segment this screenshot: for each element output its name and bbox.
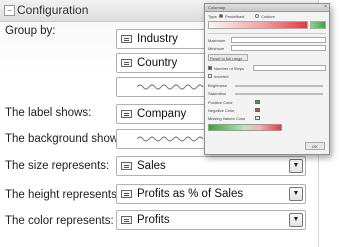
radio-predefined[interactable] (219, 14, 223, 18)
radio-custom[interactable] (255, 14, 259, 18)
height-label: The height represents: (5, 189, 121, 201)
empty-field-squiggle (137, 84, 204, 90)
collapse-icon[interactable]: − (4, 5, 15, 16)
close-icon[interactable]: × (324, 4, 327, 10)
colormap-dialog: Colormap × Type Predefined Custom Maximu… (204, 3, 330, 155)
brightness-slider[interactable] (235, 85, 323, 87)
positive-color-label: Positive Color (208, 100, 233, 105)
positive-color-swatch[interactable] (255, 100, 260, 104)
height-value: Profits as % of Sales (137, 188, 244, 200)
type-option-custom: Custom (261, 14, 275, 19)
minimum-input[interactable] (231, 45, 326, 51)
size-field[interactable]: Sales ▼ (116, 156, 306, 176)
color-value: Profits (137, 214, 170, 226)
background-shows-label: The background shows: (5, 133, 128, 145)
label-shows-label: The label shows: (5, 107, 92, 119)
negative-color-label: Negative Color (208, 108, 235, 113)
field-icon (121, 216, 132, 224)
reset-range-label: Reset to full range (210, 56, 243, 61)
dropdown-arrow-icon[interactable]: ▼ (289, 213, 303, 227)
saturation-label: Saturation (208, 91, 227, 96)
colormap-selector[interactable] (310, 21, 326, 29)
group-by-value-2: Country (137, 57, 178, 69)
number-of-steps-input[interactable] (253, 65, 326, 71)
field-icon (121, 35, 132, 43)
dropdown-arrow-icon[interactable]: ▼ (289, 159, 303, 173)
number-of-steps-checkbox[interactable] (208, 66, 212, 70)
inverted-checkbox[interactable] (208, 74, 212, 78)
reset-range-button[interactable]: Reset to full range (208, 54, 248, 61)
dialog-divider (208, 33, 326, 34)
field-icon (121, 59, 132, 67)
color-field[interactable]: Profits ▼ (116, 210, 306, 230)
saturation-slider[interactable] (235, 93, 323, 95)
dropdown-arrow-icon[interactable]: ▼ (289, 187, 303, 201)
height-field[interactable]: Profits as % of Sales ▼ (116, 184, 306, 204)
label-shows-value: Company (137, 108, 187, 120)
colormap-preview[interactable] (208, 21, 308, 29)
field-icon (121, 190, 132, 198)
ok-label: OK (312, 144, 318, 149)
ok-button[interactable]: OK (305, 142, 325, 150)
size-value: Sales (137, 160, 166, 172)
maximum-input[interactable] (231, 37, 326, 43)
negative-color-swatch[interactable] (255, 108, 260, 112)
panel-title: Configuration (17, 3, 89, 17)
size-label: The size represents: (5, 160, 110, 172)
missing-values-color-swatch[interactable] (255, 116, 260, 120)
number-of-steps-label: Number of Steps (214, 66, 245, 71)
brightness-label: Brightness (208, 83, 227, 88)
dialog-titlebar: Colormap × (205, 4, 329, 12)
inverted-label: Inverted (214, 74, 229, 79)
minimum-label: Minimum (208, 46, 225, 51)
group-by-value-1: Industry (137, 33, 178, 45)
empty-field-squiggle (137, 136, 204, 142)
color-label: The color represents: (5, 215, 114, 227)
colormap-legend-bar (208, 124, 282, 131)
type-option-predefined: Predefined (225, 14, 245, 19)
dialog-title: Colormap (208, 5, 226, 10)
maximum-label: Maximum (208, 38, 226, 43)
missing-values-color-label: Missing Values Color (208, 116, 246, 121)
group-by-label: Group by: (5, 25, 56, 37)
field-icon (121, 162, 132, 170)
type-label: Type (208, 14, 217, 19)
field-icon (121, 110, 132, 118)
